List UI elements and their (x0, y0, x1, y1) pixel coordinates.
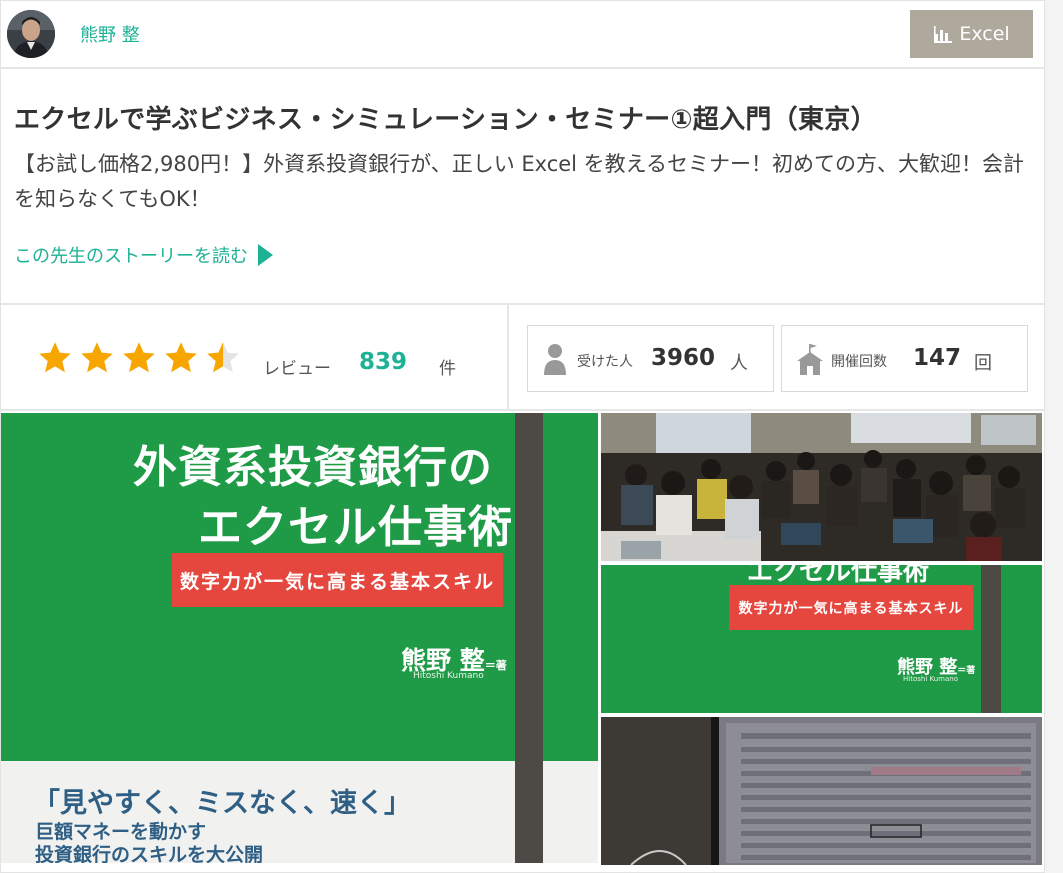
course-description: 【お試し価格2,980円！】外資系投資銀行が、正しい Excel を教えるセミナ… (14, 152, 1025, 211)
teacher-name[interactable]: 熊野 整 (80, 21, 140, 47)
spreadsheet-screen-illustration (601, 717, 1042, 865)
half-star-icon (207, 342, 239, 373)
review-unit: 件 (439, 359, 456, 379)
course-title: エクセルで学ぶビジネス・シミュレーション・セミナー①超入門（東京） (14, 105, 877, 135)
attendees-unit: 人 (730, 353, 748, 374)
star-icon (123, 342, 155, 373)
sessions-count: 147 (913, 345, 962, 371)
book-title-line2: エクセル仕事術 (198, 502, 513, 553)
elastic-band (981, 565, 1001, 713)
book-tagline-2: 投資銀行のスキルを大公開 (35, 844, 264, 863)
course-card: 熊野 整 Excel エクセルで学ぶビジネス・シミュレーション・セミナー①超入門… (0, 0, 1045, 873)
review-count[interactable]: 839 (359, 349, 407, 375)
rating-panel: レビュー 839 件 (1, 305, 509, 409)
teacher-story-link[interactable]: この先生のストーリーを読む (14, 242, 273, 268)
category-button-excel[interactable]: Excel (910, 10, 1033, 58)
spreadsheet-photo-thumbnail[interactable] (601, 717, 1042, 865)
thumb-subtitle-band: 数字力が一気に高まる基本スキル (729, 585, 973, 630)
card-header: 熊野 整 Excel (1, 1, 1044, 69)
book-title-line1: 外資系投資銀行の (133, 442, 493, 493)
attendees-stat: 受けた人 3960 人 (527, 325, 774, 392)
book-subtitle-band: 数字力が一気に高まる基本スキル (172, 553, 503, 607)
review-label: レビュー (263, 359, 331, 379)
attendees-label: 受けた人 (577, 354, 633, 370)
elastic-band (515, 413, 543, 863)
thumb-author-suffix: ＝著 (957, 666, 976, 676)
stats-section: レビュー 839 件 受けた人 3960 人 開催回数 147 回 (1, 303, 1044, 411)
book-cover-thumbnail[interactable]: エクセル仕事術 数字力が一気に高まる基本スキル 熊野 整＝著 Hitoshi K… (601, 565, 1042, 713)
seminar-room-illustration (601, 413, 1042, 561)
book-cover-photo[interactable]: 外資系投資銀行の エクセル仕事術 数字力が一気に高まる基本スキル 熊野 整＝著 … (1, 413, 598, 863)
sessions-unit: 回 (974, 353, 992, 374)
star-icon (165, 342, 197, 373)
book-quote: 「見やすく、ミスなく、速く」 (33, 788, 411, 819)
attendees-count: 3960 (651, 345, 716, 371)
story-link-label: この先生のストーリーを読む (14, 246, 248, 267)
school-icon (797, 344, 823, 375)
play-arrow-icon (258, 244, 273, 266)
person-icon (544, 344, 566, 375)
star-icon (39, 342, 71, 373)
thumb-author-roman: Hitoshi Kumano (903, 675, 958, 683)
sessions-label: 開催回数 (831, 354, 887, 370)
teacher-avatar[interactable] (7, 10, 55, 58)
star-icon (81, 342, 113, 373)
photo-gallery: 外資系投資銀行の エクセル仕事術 数字力が一気に高まる基本スキル 熊野 整＝著 … (1, 413, 1044, 872)
seminar-photo-thumbnail[interactable] (601, 413, 1042, 561)
category-label: Excel (959, 23, 1010, 45)
book-author-roman: Hitoshi Kumano (413, 671, 484, 681)
book-author-suffix: ＝著 (484, 659, 507, 672)
bar-chart-icon (934, 26, 953, 43)
sessions-stat: 開催回数 147 回 (781, 325, 1028, 392)
star-rating (37, 340, 241, 376)
